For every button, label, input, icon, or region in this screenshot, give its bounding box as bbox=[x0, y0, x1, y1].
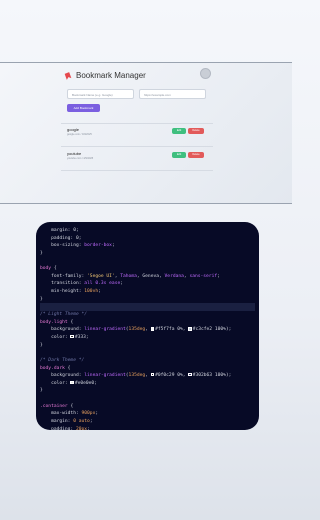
code-line: padding: 20px; bbox=[40, 426, 90, 430]
bookmark-url: google.com / 4/9/2025 bbox=[67, 133, 92, 136]
code-line: .container { bbox=[40, 403, 74, 409]
color-swatch-icon bbox=[150, 327, 155, 331]
bookmark-url-input[interactable]: https://example.com bbox=[139, 89, 206, 99]
divider bbox=[61, 170, 213, 171]
code-line: background: linear-gradient(135deg, #0f0… bbox=[40, 372, 232, 379]
code-line: padding: 0; bbox=[40, 235, 82, 241]
code-line: background: linear-gradient(135deg, #f5f… bbox=[40, 327, 232, 333]
color-swatch-icon bbox=[70, 334, 74, 339]
add-bookmark-button[interactable]: Add Bookmark bbox=[67, 104, 100, 112]
bookmark-url: youtube.com / 4/9/2025 bbox=[67, 157, 94, 160]
css-code: margin: 0; padding: 0; box-sizing: borde… bbox=[40, 227, 255, 430]
code-line: } bbox=[40, 388, 43, 394]
bookmark-name[interactable]: google bbox=[67, 127, 79, 132]
code-line: color: #333; bbox=[40, 334, 89, 340]
bookmark-name[interactable]: youtube bbox=[67, 151, 81, 156]
code-editor-panel: margin: 0; padding: 0; box-sizing: borde… bbox=[36, 222, 259, 430]
app-title: Bookmark Manager bbox=[76, 71, 146, 80]
edit-button[interactable]: Edit bbox=[172, 128, 186, 134]
code-line: body.dark { bbox=[40, 365, 71, 371]
bookmark-icon bbox=[64, 71, 72, 80]
color-swatch-icon bbox=[70, 380, 74, 384]
code-line: color: #e0e0e0; bbox=[40, 380, 97, 386]
bookmark-item[interactable]: google google.com / 4/9/2025 Edit Delete bbox=[67, 127, 206, 143]
color-swatch-icon bbox=[188, 372, 192, 377]
code-line: margin: 0; bbox=[40, 228, 79, 233]
code-line: font-family: 'Segoe UI', Tahoma, Geneva,… bbox=[40, 273, 220, 279]
code-line: transition: all 0.3s ease; bbox=[40, 281, 124, 287]
code-line: max-width: 900px; bbox=[40, 411, 99, 417]
color-swatch-icon bbox=[150, 372, 155, 377]
code-line: } bbox=[40, 296, 43, 302]
code-line: margin: 0 auto; bbox=[40, 419, 93, 425]
delete-button[interactable]: Delete bbox=[188, 128, 204, 134]
code-line: min-height: 100vh; bbox=[40, 289, 101, 295]
color-swatch-icon bbox=[188, 327, 192, 331]
code-line: body { bbox=[40, 266, 57, 272]
bookmark-name-input[interactable]: Bookmark Name (e.g. Google) bbox=[67, 89, 134, 99]
code-line: /* Dark Theme */ bbox=[40, 357, 85, 363]
code-line: } bbox=[40, 342, 43, 348]
code-line: } bbox=[40, 250, 43, 256]
code-line bbox=[40, 303, 255, 312]
theme-toggle-button[interactable] bbox=[200, 68, 211, 79]
code-line: body.light { bbox=[40, 319, 74, 325]
bookmark-item[interactable]: youtube youtube.com / 4/9/2025 Edit Dele… bbox=[67, 151, 206, 167]
divider bbox=[61, 123, 213, 124]
code-line: box-sizing: border-box; bbox=[40, 243, 115, 249]
divider bbox=[61, 146, 213, 147]
app-header: Bookmark Manager bbox=[64, 71, 146, 80]
delete-button[interactable]: Delete bbox=[188, 152, 204, 158]
edit-button[interactable]: Edit bbox=[172, 152, 186, 158]
code-line: /* Light Theme */ bbox=[40, 312, 88, 318]
bookmark-app-preview: Bookmark Manager Bookmark Name (e.g. Goo… bbox=[0, 62, 292, 204]
